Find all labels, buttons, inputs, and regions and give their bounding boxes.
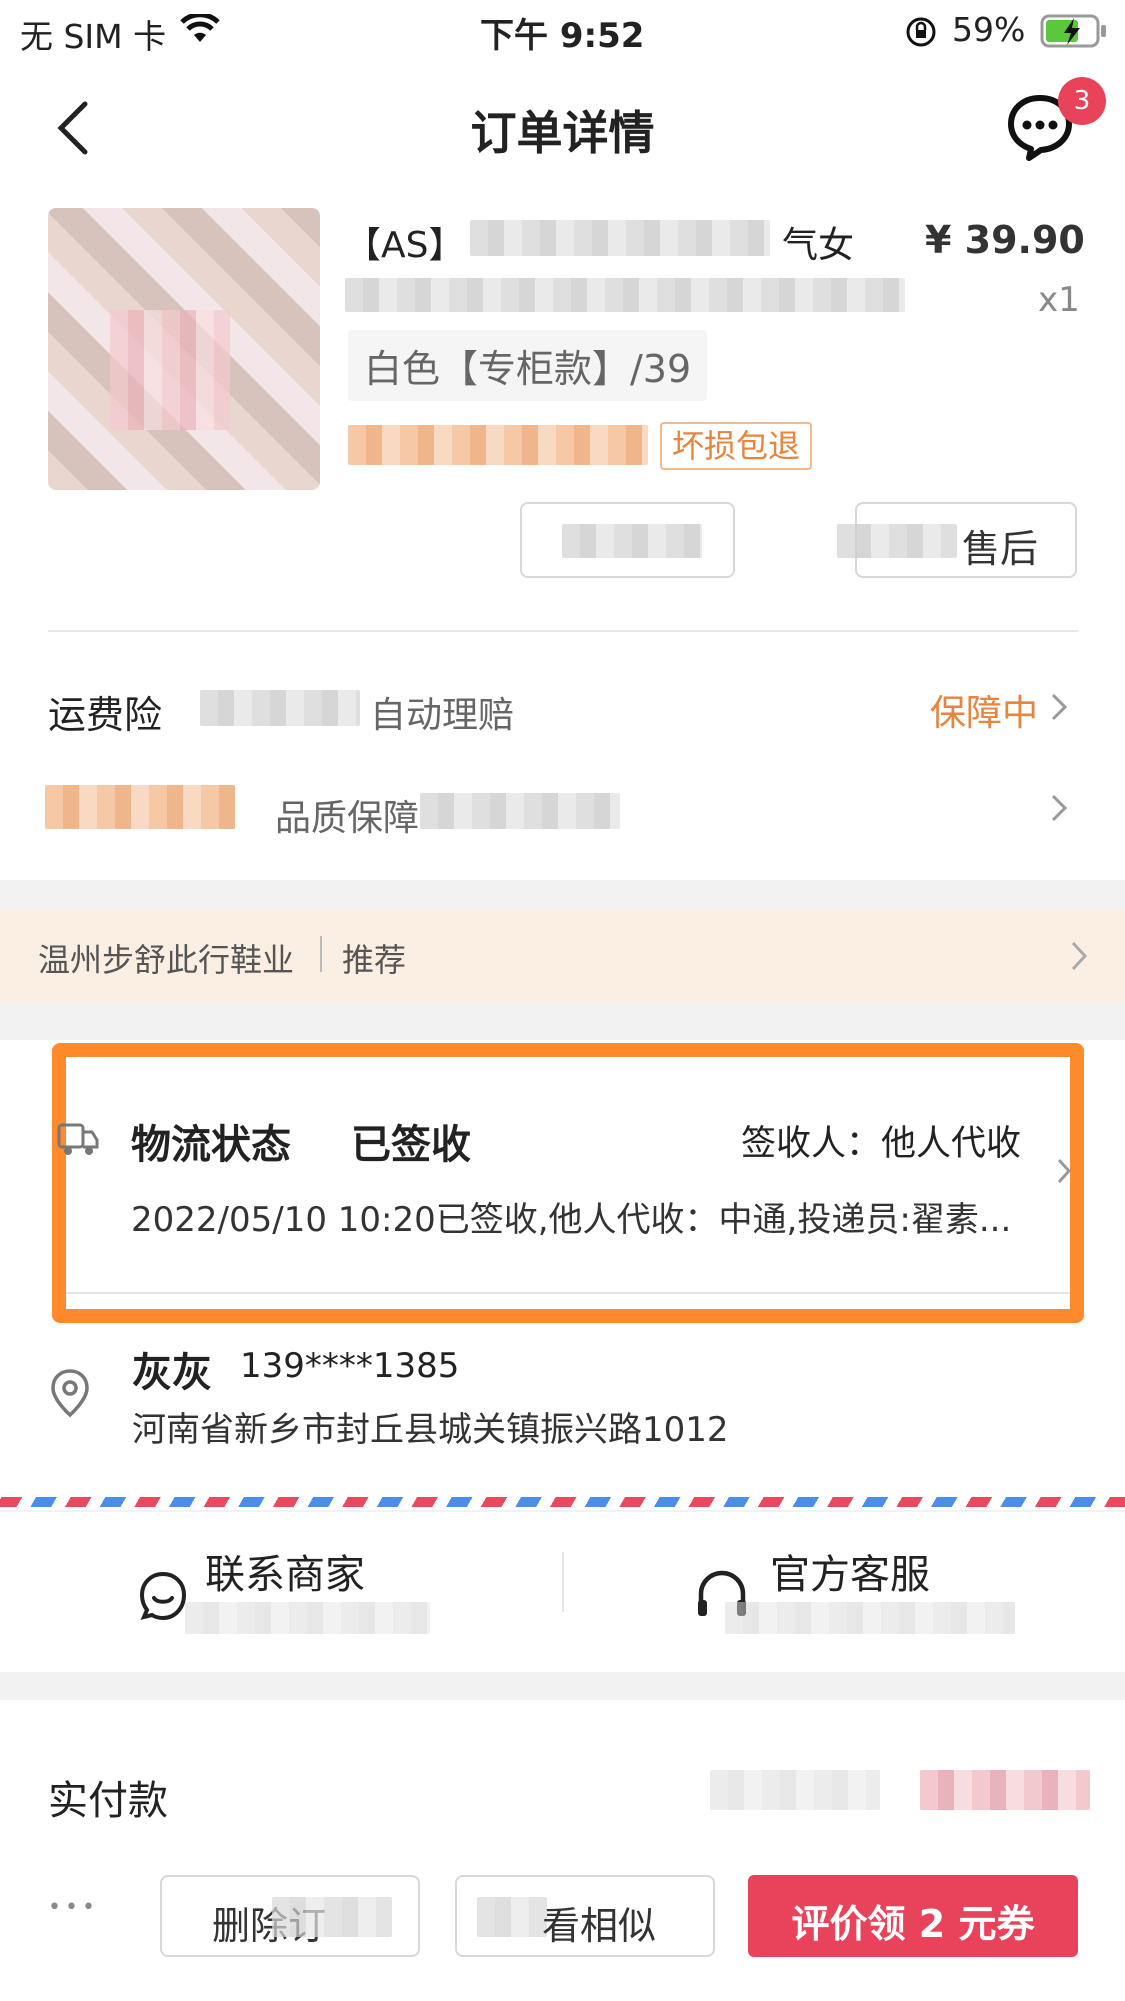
logistics-status-box[interactable]: 物流状态 已签收 签收人：他人代收 2022/05/10 10:20已签收,他人…	[52, 1043, 1084, 1323]
review-coupon-button[interactable]: 评价领 2 元券	[748, 1875, 1078, 1957]
shop-name: 温州步舒此行鞋业	[38, 941, 295, 979]
official-service-button[interactable]: 官方客服	[695, 1542, 1015, 1652]
logistics-detail: 2022/05/10 10:20已签收,他人代收：中通,投递员:翟素...	[131, 1200, 1012, 1240]
receiver-label: 签收人：他人代收	[741, 1124, 1022, 1164]
battery-icon	[1040, 14, 1110, 52]
truck-icon	[56, 1117, 100, 1165]
product-price: ¥ 39.90	[925, 218, 1085, 262]
product-title-end: 气女	[782, 225, 855, 266]
logistics-address-card: 物流状态 已签收 签收人：他人代收 2022/05/10 10:20已签收,他人…	[0, 1040, 1125, 1510]
delete-order-button[interactable]: 删除订	[160, 1875, 420, 1957]
payment-label: 实付款	[48, 1778, 168, 1824]
product-tag: 坏损包退	[660, 422, 813, 470]
insurance-label: 运费险	[48, 693, 163, 737]
blurred-button-text	[272, 1897, 392, 1937]
contact-row: 联系商家 官方客服	[0, 1512, 1125, 1672]
product-action-button-1[interactable]	[520, 502, 735, 578]
blurred-button-text	[837, 524, 957, 558]
chat-bubble-icon	[138, 1570, 188, 1624]
insurance-desc: 自动理赔	[370, 695, 515, 736]
battery-percent: 59%	[952, 10, 1026, 49]
divider	[48, 630, 1078, 632]
review-coupon-label: 评价领 2 元券	[791, 1902, 1035, 1946]
blurred-badge	[45, 785, 235, 829]
divider	[66, 1292, 1070, 1294]
blurred-quality-text	[420, 793, 620, 829]
blurred-payment-detail	[710, 1770, 880, 1810]
contact-merchant-button[interactable]: 联系商家	[130, 1542, 450, 1652]
status-bar: 无 SIM 卡 下午 9:52 59%	[0, 0, 1125, 62]
more-options-button[interactable]: •••	[48, 1895, 99, 1920]
chevron-right-icon	[1050, 692, 1068, 726]
contact-merchant-label: 联系商家	[205, 1552, 365, 1598]
blurred-subtitle	[185, 1602, 430, 1634]
wifi-icon	[180, 12, 220, 50]
chevron-right-icon	[1050, 793, 1068, 827]
blurred-button-text	[562, 524, 702, 558]
official-service-label: 官方客服	[770, 1552, 930, 1598]
location-pin-icon	[48, 1368, 92, 1422]
separator	[320, 936, 322, 972]
insurance-status: 保障中	[930, 693, 1039, 734]
blurred-title	[470, 220, 770, 256]
clock-text: 下午 9:52	[480, 16, 645, 56]
product-quantity: x1	[1038, 280, 1080, 320]
mail-stripe-divider	[0, 1497, 1125, 1507]
recipient-address: 河南省新乡市封丘县城关镇振兴路1012	[132, 1410, 729, 1450]
recipient-name: 灰灰	[132, 1350, 212, 1396]
recommend-label: 推荐	[342, 941, 407, 979]
blurred-title-line2	[345, 278, 905, 312]
message-badge: 3	[1058, 77, 1106, 125]
blurred-tag	[348, 425, 648, 465]
product-thumbnail-detail	[110, 310, 230, 430]
shipping-insurance-row[interactable]: 运费险 自动理赔 保障中	[0, 670, 1125, 750]
navigation-bar: 订单详情 3	[0, 62, 1125, 190]
view-similar-label: 看相似	[542, 1904, 657, 1948]
recipient-phone: 139****1385	[240, 1346, 460, 1386]
product-title-start: 【AS】	[345, 225, 465, 266]
payment-row: 实付款	[0, 1700, 1125, 1850]
bottom-action-bar: ••• 删除订 看相似 评价领 2 元券	[0, 1830, 1125, 2001]
after-sale-button[interactable]: 售后	[837, 502, 1077, 578]
logistics-status-value: 已签收	[351, 1122, 471, 1168]
logistics-status-label: 物流状态	[131, 1122, 291, 1168]
address-block[interactable]: 灰灰 139****1385 河南省新乡市封丘县城关镇振兴路1012	[0, 1340, 1125, 1460]
page-title: 订单详情	[470, 106, 655, 160]
rotation-lock-icon	[905, 16, 937, 52]
view-similar-button[interactable]: 看相似	[455, 1875, 715, 1957]
shop-recommend-banner[interactable]: 温州步舒此行鞋业 推荐	[0, 910, 1125, 1002]
quality-desc: 品质保障	[275, 798, 420, 839]
chevron-right-icon	[1070, 940, 1088, 976]
chevron-right-icon	[1056, 1157, 1072, 1189]
blurred-button-text	[477, 1897, 547, 1937]
blurred-insurance-text	[200, 690, 360, 726]
separator	[562, 1552, 564, 1612]
product-card[interactable]: 【AS】 气女 ¥ 39.90 x1 白色【专柜款】/39 坏损包退 售后 运费…	[0, 190, 1125, 880]
blurred-payment-amount	[920, 1770, 1090, 1810]
blurred-subtitle	[725, 1602, 1015, 1634]
after-sale-label: 售后	[962, 527, 1039, 571]
product-sku: 白色【专柜款】/39	[348, 330, 708, 401]
quality-guarantee-row[interactable]: 品质保障	[0, 775, 1125, 855]
carrier-text: 无 SIM 卡	[20, 17, 167, 56]
